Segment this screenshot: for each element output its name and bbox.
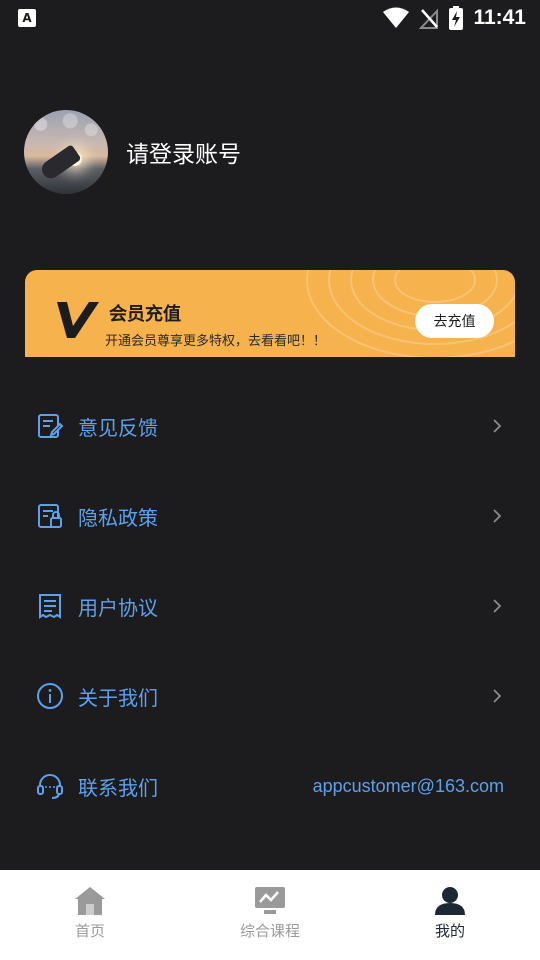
status-bar: A 11:41 xyxy=(0,0,540,36)
nav-label-profile: 我的 xyxy=(434,922,465,940)
info-icon xyxy=(36,682,64,710)
menu-label-privacy: 隐私政策 xyxy=(78,505,158,530)
menu-item-feedback[interactable]: 意见反馈 xyxy=(0,381,540,471)
avatar[interactable] xyxy=(24,110,108,194)
battery-charging-icon xyxy=(449,6,464,30)
profile-header[interactable]: 请登录账号 xyxy=(24,110,241,194)
recharge-button[interactable]: 去充值 xyxy=(415,304,494,338)
no-signal-icon xyxy=(419,8,439,29)
course-icon xyxy=(255,887,285,914)
settings-menu: 意见反馈 隐私政策 用户协议 关于我们 联系我们 appcustomer@163… xyxy=(0,381,540,831)
vip-banner[interactable]: 会员充值 开通会员尊享更多特权，去看看吧！！ 去充值 xyxy=(25,270,515,357)
vip-title: 会员充值 xyxy=(109,304,181,325)
status-time: 11:41 xyxy=(473,6,526,29)
nav-label-home: 首页 xyxy=(74,922,105,940)
chevron-right-icon xyxy=(493,599,502,613)
menu-label-agreement: 用户协议 xyxy=(78,595,158,620)
home-icon xyxy=(75,887,105,915)
vip-logo-icon xyxy=(57,302,99,338)
wifi-icon xyxy=(383,7,410,28)
nav-label-courses: 综合课程 xyxy=(239,922,300,940)
contact-email[interactable]: appcustomer@163.com xyxy=(313,776,504,797)
nav-tab-profile[interactable]: 我的 xyxy=(360,870,540,960)
profile-icon xyxy=(435,887,465,915)
bottom-nav: 首页 综合课程 我的 xyxy=(0,870,540,960)
menu-label-contact: 联系我们 xyxy=(78,775,158,800)
feedback-icon xyxy=(36,412,64,440)
chevron-right-icon xyxy=(493,689,502,703)
sim-card-icon: A xyxy=(18,9,36,27)
nav-tab-home[interactable]: 首页 xyxy=(0,870,180,960)
menu-item-about[interactable]: 关于我们 xyxy=(0,651,540,741)
menu-item-privacy[interactable]: 隐私政策 xyxy=(0,471,540,561)
menu-label-feedback: 意见反馈 xyxy=(78,415,158,440)
privacy-icon xyxy=(36,502,64,530)
chevron-right-icon xyxy=(493,509,502,523)
menu-label-about: 关于我们 xyxy=(78,685,158,710)
vip-subtitle: 开通会员尊享更多特权，去看看吧！！ xyxy=(105,334,327,349)
login-prompt[interactable]: 请登录账号 xyxy=(126,135,241,169)
headset-icon xyxy=(36,772,64,800)
menu-item-contact[interactable]: 联系我们 appcustomer@163.com xyxy=(0,741,540,831)
agreement-icon xyxy=(36,592,64,620)
menu-item-agreement[interactable]: 用户协议 xyxy=(0,561,540,651)
chevron-right-icon xyxy=(493,419,502,433)
nav-tab-courses[interactable]: 综合课程 xyxy=(180,870,360,960)
